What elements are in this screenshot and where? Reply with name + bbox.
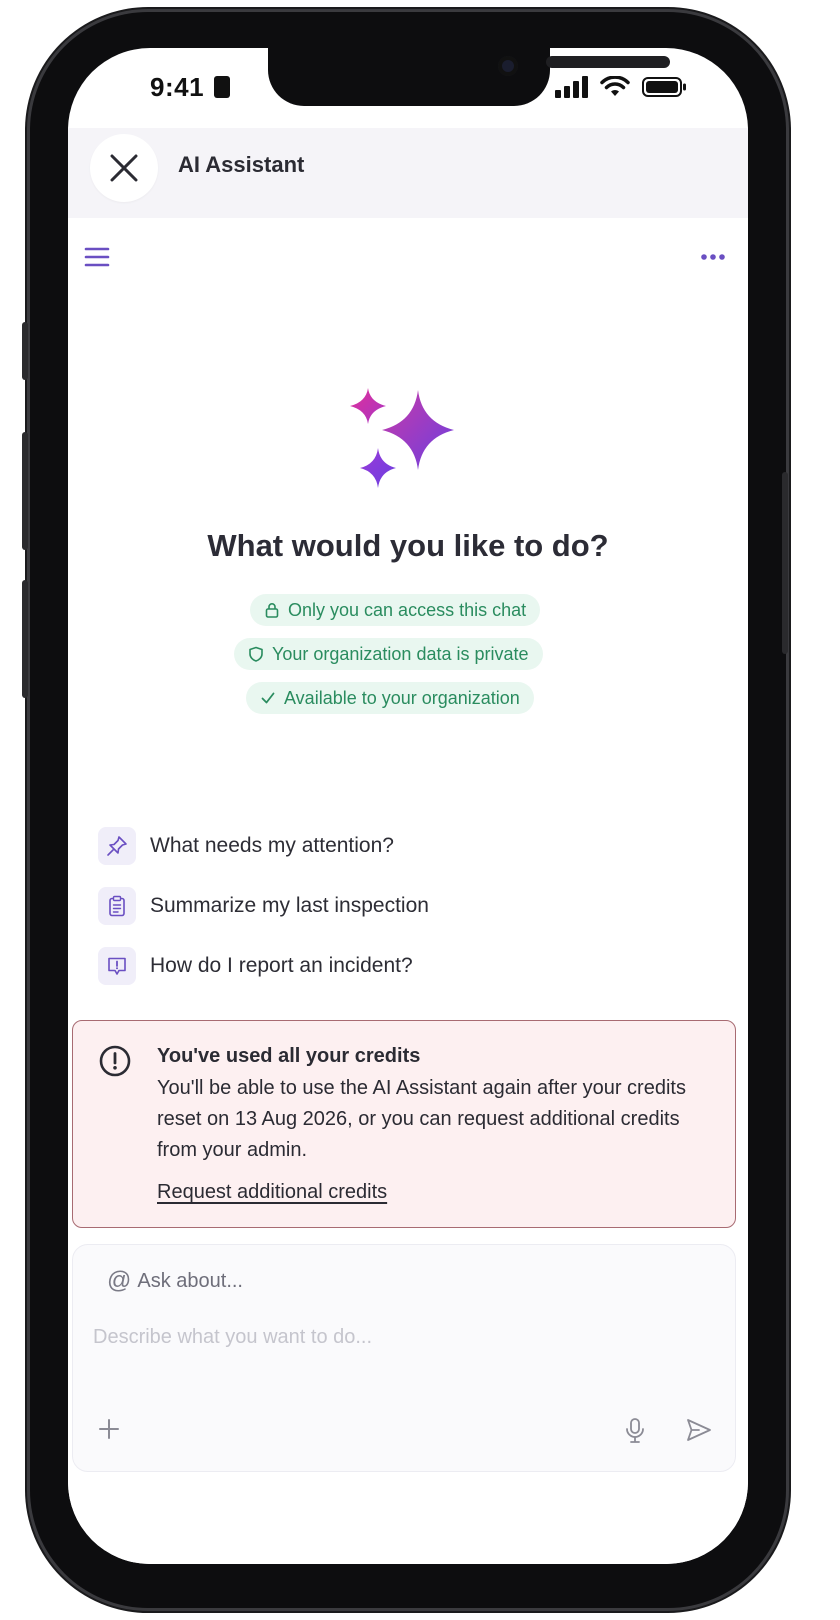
status-time: 9:41: [150, 72, 205, 102]
ask-about-button[interactable]: @ Ask about...: [107, 1267, 243, 1295]
badge-label: Only you can access this chat: [288, 599, 527, 620]
ask-about-label: Ask about...: [137, 1269, 243, 1292]
speaker-grille: [546, 56, 670, 68]
lock-icon: [265, 603, 279, 618]
send-icon: [687, 1419, 711, 1441]
welcome-heading: What would you like to do?: [207, 528, 609, 563]
notch: [268, 48, 670, 106]
chat-panel: What would you like to do? Only you can …: [68, 218, 748, 1564]
microphone-icon: [626, 1418, 644, 1443]
volume-up-button: [22, 432, 28, 550]
message-input[interactable]: [91, 1325, 715, 1350]
privacy-badge-chat: Only you can access this chat: [250, 594, 541, 626]
cellular-signal-icon: [555, 76, 588, 98]
clipboard-icon: [98, 887, 136, 925]
alert-message: You'll be able to use the AI Assistant a…: [157, 1077, 686, 1161]
pin-icon: [98, 827, 136, 865]
screen: 9:41 AI Assistant What would you like to…: [68, 48, 748, 1564]
privacy-badge-data: Your organization data is private: [234, 638, 543, 670]
wifi-icon: [600, 76, 630, 96]
sim-card-icon: [214, 76, 230, 98]
close-icon: [110, 154, 138, 182]
front-camera: [498, 56, 518, 76]
more-options-icon[interactable]: [700, 244, 726, 270]
badge-label: Your organization data is private: [272, 643, 529, 664]
credits-alert: You've used all your credits You'll be a…: [72, 1020, 736, 1228]
suggestion-attention[interactable]: What needs my attention?: [98, 826, 394, 866]
availability-badge: Available to your organization: [246, 682, 534, 714]
suggestion-label: What needs my attention?: [150, 834, 394, 857]
status-icons: [554, 76, 688, 98]
close-button[interactable]: [90, 134, 158, 202]
alert-title: You've used all your credits: [157, 1045, 421, 1067]
send-button[interactable]: [685, 1417, 713, 1448]
badge-label: Available to your organization: [284, 687, 520, 708]
at-sign-icon: @: [107, 1267, 132, 1294]
suggestion-report-incident[interactable]: How do I report an incident?: [98, 946, 413, 986]
menu-icon[interactable]: [84, 244, 110, 270]
page-title: AI Assistant: [178, 152, 305, 177]
mute-switch: [22, 322, 28, 380]
shield-icon: [249, 646, 263, 662]
volume-down-button: [22, 580, 28, 698]
plus-icon: [99, 1419, 119, 1439]
report-icon: [98, 947, 136, 985]
power-button: [782, 472, 788, 654]
alert-circle-icon: [99, 1045, 131, 1077]
sparkles-icon: [350, 388, 454, 488]
suggestion-label: Summarize my last inspection: [150, 894, 429, 917]
add-attachment-button[interactable]: [97, 1417, 121, 1447]
voice-input-button[interactable]: [623, 1417, 647, 1450]
suggestion-label: How do I report an incident?: [150, 954, 413, 977]
battery-icon: [642, 77, 686, 97]
request-credits-link[interactable]: Request additional credits: [157, 1181, 387, 1204]
check-icon: [261, 692, 275, 704]
composer: @ Ask about...: [72, 1244, 736, 1472]
suggestion-summarize[interactable]: Summarize my last inspection: [98, 886, 429, 926]
